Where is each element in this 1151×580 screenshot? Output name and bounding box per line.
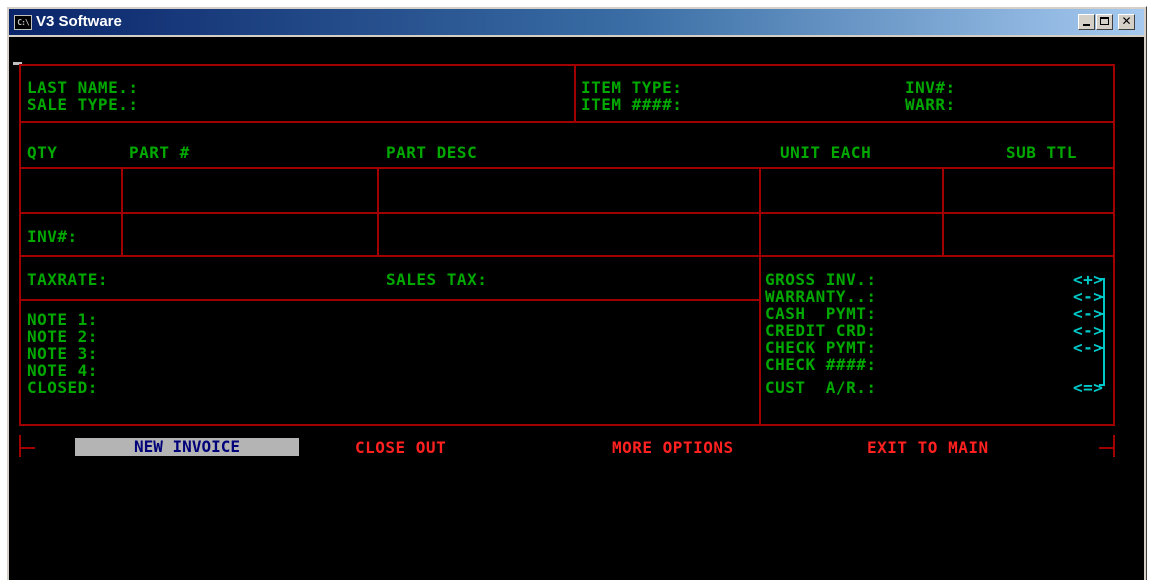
- console-window: C:\ V3 Software ✕ LAST NAME.: SALE TYPE.…: [6, 6, 1147, 580]
- cust-ar-operator: <=>: [1073, 378, 1104, 397]
- row-inv-number-label: INV#:: [27, 227, 78, 246]
- console-screen[interactable]: LAST NAME.: SALE TYPE.: ITEM TYPE: ITEM …: [9, 37, 1144, 580]
- frame-top: [19, 64, 1115, 66]
- check-number-label: CHECK ####:: [765, 355, 877, 374]
- divider-row1: [19, 212, 1115, 214]
- divider-bottom: [19, 424, 1115, 426]
- note-1-label: NOTE 1:: [27, 310, 98, 329]
- sales-tax-label: SALES TAX:: [386, 270, 488, 289]
- totals-bracket-tick-3: [1099, 330, 1105, 332]
- totals-bracket-bottom: [1099, 384, 1105, 386]
- close-out-menu-item[interactable]: CLOSE OUT: [355, 439, 446, 456]
- exit-to-main-menu-item[interactable]: EXIT TO MAIN: [867, 439, 989, 456]
- item-number-label: ITEM ####:: [581, 95, 683, 114]
- window-title: V3 Software: [36, 13, 122, 30]
- minimize-icon: [1083, 24, 1090, 26]
- title-bar[interactable]: C:\ V3 Software ✕: [9, 9, 1144, 35]
- totals-bracket-top: [1099, 278, 1105, 280]
- totals-bracket-tick-1: [1099, 296, 1105, 298]
- note-2-label: NOTE 2:: [27, 327, 98, 346]
- cash-pymt-label: CASH PYMT:: [765, 304, 877, 323]
- totals-bracket-tick-4: [1099, 347, 1105, 349]
- column-divider-3: [759, 167, 761, 426]
- new-invoice-menu-item[interactable]: NEW INVOICE: [75, 438, 299, 456]
- totals-bracket-tick-2: [1099, 313, 1105, 315]
- divider-header-vertical: [574, 64, 576, 122]
- menu-bar-line: [19, 447, 35, 449]
- column-header-sub-total: SUB TTL: [1006, 143, 1077, 162]
- divider-tax: [19, 299, 759, 301]
- divider-columns: [19, 167, 1115, 169]
- divider-header: [19, 121, 1115, 123]
- divider-row2: [19, 255, 1115, 257]
- closed-label: CLOSED:: [27, 378, 98, 397]
- warranty-label: WARRANTY..:: [765, 287, 877, 306]
- close-button[interactable]: ✕: [1118, 14, 1135, 30]
- column-header-unit-each: UNIT EACH: [780, 143, 872, 162]
- note-4-label: NOTE 4:: [27, 361, 98, 380]
- frame-left: [19, 64, 21, 426]
- more-options-menu-item[interactable]: MORE OPTIONS: [612, 439, 734, 456]
- maximize-icon: [1100, 17, 1109, 25]
- frame-right: [1113, 64, 1115, 426]
- close-icon: ✕: [1121, 14, 1132, 28]
- column-divider-1: [121, 167, 123, 257]
- column-header-qty: QTY: [27, 143, 58, 162]
- note-3-label: NOTE 3:: [27, 344, 98, 363]
- maximize-button[interactable]: [1096, 14, 1113, 30]
- column-divider-4: [942, 167, 944, 257]
- gross-inv-label: GROSS INV.:: [765, 270, 877, 289]
- menu-bar-line-right-tick: [1113, 435, 1115, 457]
- column-header-part-desc: PART DESC: [386, 143, 478, 162]
- last-name-label: LAST NAME.:: [27, 78, 139, 97]
- check-pymt-label: CHECK PYMT:: [765, 338, 877, 357]
- column-divider-2: [377, 167, 379, 257]
- column-header-part-number: PART #: [129, 143, 190, 162]
- menu-bar-line-left-tick: [19, 435, 21, 457]
- minimize-button[interactable]: [1078, 14, 1095, 30]
- warr-label: WARR:: [905, 95, 956, 114]
- sale-type-label: SALE TYPE.:: [27, 95, 139, 114]
- credit-crd-label: CREDIT CRD:: [765, 321, 877, 340]
- inv-number-label: INV#:: [905, 78, 956, 97]
- cust-ar-label: CUST A/R.:: [765, 378, 877, 397]
- console-app-icon[interactable]: C:\: [14, 15, 32, 30]
- totals-bracket: [1103, 278, 1105, 386]
- item-type-label: ITEM TYPE:: [581, 78, 683, 97]
- taxrate-label: TAXRATE:: [27, 270, 109, 289]
